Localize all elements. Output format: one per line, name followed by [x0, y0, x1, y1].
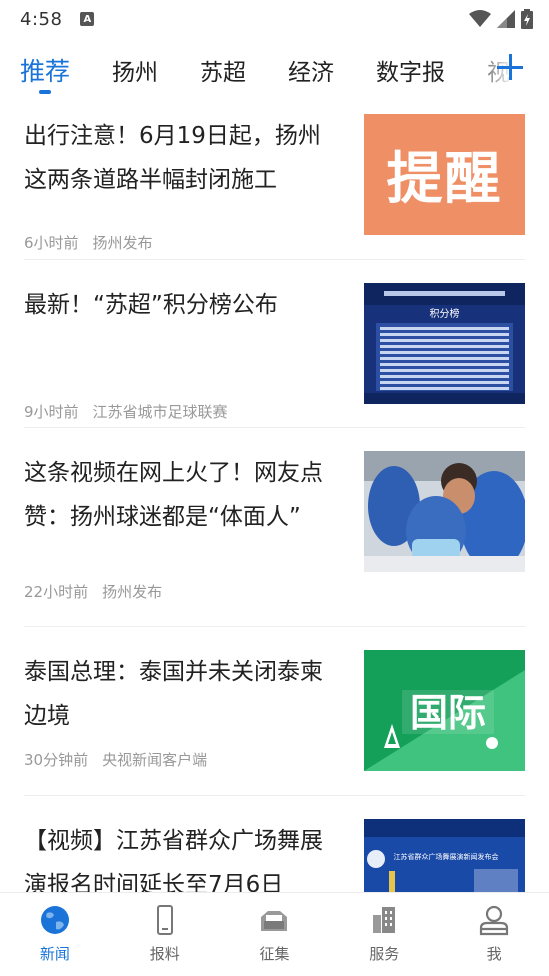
news-meta: 30分钟前 央视新闻客户端 — [24, 749, 207, 770]
news-item[interactable]: 最新！“苏超”积分榜公布 9小时前 江苏省城市足球联赛 积分榜 — [24, 283, 525, 421]
nav-label: 服务 — [369, 945, 400, 963]
news-feed[interactable]: 出行注意！6月19日起，扬州这两条道路半幅封闭施工 6小时前 扬州发布 提醒 最新… — [0, 96, 549, 892]
inbox-icon — [261, 911, 288, 931]
add-channel-icon[interactable] — [497, 54, 525, 82]
news-item[interactable]: 【视频】江苏省群众广场舞展演报名时间延长至7月6日 江苏省群众广场舞展演新闻发布… — [24, 819, 525, 892]
nav-label: 报料 — [149, 945, 180, 963]
tab-digital-paper[interactable]: 数字报 — [376, 46, 445, 94]
status-time: 4:58 — [20, 8, 63, 30]
user-icon — [479, 905, 509, 936]
nav-service[interactable]: 服务 — [329, 893, 439, 976]
news-meta: 6小时前 扬州发布 — [24, 232, 153, 253]
nav-label: 我 — [486, 945, 502, 963]
nav-label: 新闻 — [39, 945, 70, 963]
news-thumbnail[interactable]: 国际 — [364, 650, 525, 771]
divider — [24, 626, 525, 627]
channel-tabs: 推荐 扬州 苏超 经济 数字报 视 — [0, 46, 549, 94]
international-banner-image: 国际 — [364, 650, 525, 771]
news-item[interactable]: 泰国总理：泰国并未关闭泰柬边境 30分钟前 央视新闻客户端 国际 — [24, 650, 525, 775]
news-time: 9小时前 — [24, 403, 79, 421]
nav-me[interactable]: 我 — [439, 893, 549, 976]
divider — [24, 259, 525, 260]
signal-icon — [497, 10, 515, 28]
news-thumbnail[interactable]: 提醒 — [364, 114, 525, 235]
divider — [24, 427, 525, 428]
status-bar: 4:58 A — [0, 0, 549, 38]
divider — [24, 795, 525, 796]
news-time: 30分钟前 — [24, 751, 89, 769]
news-title[interactable]: 最新！“苏超”积分榜公布 — [24, 283, 342, 327]
building-icon — [373, 907, 396, 933]
news-source: 江苏省城市足球联赛 — [92, 403, 228, 421]
press-conference-caption: 江苏省群众广场舞展演新闻发布会 — [394, 852, 499, 861]
tab-suchao[interactable]: 苏超 — [200, 46, 246, 94]
nav-report[interactable]: 报料 — [110, 893, 220, 976]
wifi-icon — [469, 10, 491, 27]
tab-economy[interactable]: 经济 — [288, 46, 334, 94]
news-source: 央视新闻客户端 — [102, 751, 208, 769]
news-item[interactable]: 这条视频在网上火了！网友点赞：扬州球迷都是“体面人” 22小时前 扬州发布 — [24, 451, 525, 621]
fans-photo-image — [364, 451, 525, 572]
battery-icon — [521, 9, 533, 29]
news-source: 扬州发布 — [92, 234, 153, 252]
news-time: 22小时前 — [24, 583, 89, 601]
nav-label: 征集 — [259, 945, 290, 963]
news-item[interactable]: 出行注意！6月19日起，扬州这两条道路半幅封闭施工 6小时前 扬州发布 提醒 — [24, 114, 525, 252]
news-title[interactable]: 【视频】江苏省群众广场舞展演报名时间延长至7月6日 — [24, 819, 342, 892]
news-meta: 22小时前 扬州发布 — [24, 581, 162, 602]
nav-collect[interactable]: 征集 — [220, 893, 330, 976]
globe-icon — [40, 906, 69, 934]
status-icons — [469, 9, 533, 29]
phone-icon — [156, 905, 173, 935]
press-conference-image: 江苏省群众广场舞展演新闻发布会 — [364, 819, 525, 892]
news-thumbnail[interactable]: 积分榜 — [364, 283, 525, 404]
nav-news[interactable]: 新闻 — [0, 893, 110, 976]
news-title[interactable]: 这条视频在网上火了！网友点赞：扬州球迷都是“体面人” — [24, 451, 342, 539]
standings-caption: 积分榜 — [430, 307, 460, 320]
thumbnail-text: 提醒 — [386, 147, 503, 212]
news-thumbnail[interactable]: 江苏省群众广场舞展演新闻发布会 — [364, 819, 525, 892]
news-title[interactable]: 出行注意！6月19日起，扬州这两条道路半幅封闭施工 — [24, 114, 342, 202]
news-title[interactable]: 泰国总理：泰国并未关闭泰柬边境 — [24, 650, 342, 738]
news-thumbnail[interactable] — [364, 451, 525, 572]
tab-yangzhou[interactable]: 扬州 — [112, 46, 158, 94]
news-meta: 9小时前 江苏省城市足球联赛 — [24, 401, 228, 422]
tab-recommend[interactable]: 推荐 — [20, 46, 70, 94]
international-text: 国际 — [410, 691, 486, 735]
standings-table-image: 积分榜 — [364, 283, 525, 404]
news-source: 扬州发布 — [102, 583, 163, 601]
news-time: 6小时前 — [24, 234, 79, 252]
bottom-nav: 新闻 报料 征集 服务 我 — [0, 892, 549, 976]
notification-icon: A — [80, 12, 95, 26]
